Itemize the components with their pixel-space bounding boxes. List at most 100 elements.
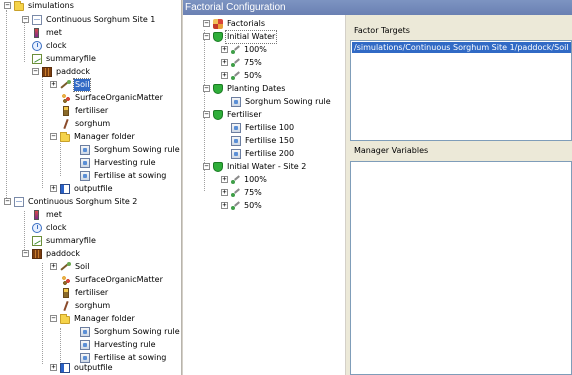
outputfile-icon (60, 184, 70, 194)
folder-icon (60, 313, 70, 324)
expand-toggle[interactable]: + (221, 202, 228, 209)
manager-rule-icon (231, 123, 241, 133)
tree-node-sorghum[interactable]: sorghum (61, 300, 111, 312)
manager-rule-icon (80, 158, 90, 168)
expand-toggle[interactable]: + (50, 185, 57, 192)
factor-level-50[interactable]: + 50% (221, 200, 263, 212)
tree-node-paddock[interactable]: − paddock (22, 248, 81, 260)
soil-icon (60, 80, 71, 90)
tree-node-label: met (46, 28, 62, 37)
factor-level-100[interactable]: + 100% (221, 174, 268, 186)
collapse-toggle[interactable]: − (22, 250, 29, 257)
tree-node-site-1[interactable]: − Continuous Sorghum Site 1 (22, 14, 156, 26)
tree-node-clock[interactable]: clock (32, 40, 68, 52)
panel-body: − Factorials − Initial Water + 100% + 75… (183, 15, 572, 375)
flask-icon (231, 58, 240, 68)
factor-level-75[interactable]: + 75% (221, 187, 263, 199)
tree-node-summaryfile[interactable]: summaryfile (32, 53, 97, 65)
tree-node-label: Manager folder (74, 314, 135, 323)
manager-rule-icon (231, 97, 241, 107)
factor-level-fertilise-200[interactable]: Fertilise 200 (231, 148, 295, 160)
manager-variables-grid[interactable] (350, 161, 572, 375)
expand-toggle[interactable]: + (221, 189, 228, 196)
tree-node-paddock[interactable]: − paddock (32, 66, 91, 78)
factor-level-fertilise-100[interactable]: Fertilise 100 (231, 122, 295, 134)
collapse-toggle[interactable]: − (203, 20, 210, 27)
tree-node-clock[interactable]: clock (32, 222, 68, 234)
expand-toggle[interactable]: + (221, 59, 228, 66)
factor-level-fertilise-150[interactable]: Fertilise 150 (231, 135, 295, 147)
tree-node-outputfile[interactable]: + outputfile (50, 362, 114, 374)
expand-toggle[interactable]: + (221, 46, 228, 53)
factor-level-100[interactable]: + 100% (221, 44, 268, 56)
factor-node-planting-dates[interactable]: − Planting Dates (203, 83, 286, 95)
tree-node-label: Continuous Sorghum Site 2 (28, 197, 138, 206)
tree-node-label: Fertilise 100 (245, 123, 295, 132)
expand-toggle[interactable]: + (50, 81, 57, 88)
collapse-toggle[interactable]: − (50, 133, 57, 140)
tree-node-sorghum[interactable]: sorghum (61, 118, 111, 130)
collapse-toggle[interactable]: − (4, 198, 11, 205)
outputfile-icon (60, 363, 70, 373)
expand-toggle[interactable]: + (221, 72, 228, 79)
manager-rule-icon (231, 149, 241, 159)
factor-tree[interactable]: − Factorials − Initial Water + 100% + 75… (183, 15, 346, 375)
tree-node-outputfile[interactable]: + outputfile (50, 183, 114, 195)
factor-node-fertiliser[interactable]: − Fertiliser (203, 109, 263, 121)
collapse-toggle[interactable]: − (50, 315, 57, 322)
tree-node-surfaceorganicmatter[interactable]: SurfaceOrganicMatter (61, 92, 164, 104)
expand-toggle[interactable]: + (50, 263, 57, 270)
factor-node-initial-water[interactable]: − Initial Water (203, 30, 278, 44)
factor-level-50[interactable]: + 50% (221, 70, 263, 82)
factor-node-initial-water-site-2[interactable]: − Initial Water - Site 2 (203, 161, 307, 173)
tree-node-sowing-rule[interactable]: Sorghum Sowing rule (80, 326, 181, 338)
tree-node-harvesting-rule[interactable]: Harvesting rule (80, 157, 157, 169)
factor-icon (213, 84, 223, 94)
tree-node-label: fertiliser (75, 106, 109, 115)
tree-node-label: Sorghum Sowing rule (94, 145, 180, 154)
tree-node-met[interactable]: met (32, 209, 63, 221)
factor-level-75[interactable]: + 75% (221, 57, 263, 69)
collapse-toggle[interactable]: − (203, 85, 210, 92)
clock-icon (32, 223, 42, 233)
collapse-toggle[interactable]: − (203, 33, 210, 40)
collapse-toggle[interactable]: − (4, 2, 11, 9)
expand-toggle[interactable]: + (221, 176, 228, 183)
tree-node-soil[interactable]: + Soil (50, 78, 92, 92)
tree-node-surfaceorganicmatter[interactable]: SurfaceOrganicMatter (61, 274, 164, 286)
factor-level-sowing-rule[interactable]: Sorghum Sowing rule (231, 96, 332, 108)
summary-icon (32, 54, 42, 64)
tree-node-label: Manager folder (74, 132, 135, 141)
tree-node-summaryfile[interactable]: summaryfile (32, 235, 97, 247)
factor-targets-label: Factor Targets (354, 26, 410, 35)
simulation-tree[interactable]: − simulations − Continuous Sorghum Site … (0, 0, 181, 375)
tree-node-sowing-rule[interactable]: Sorghum Sowing rule (80, 144, 181, 156)
factor-details: Factor Targets /simulations/Continuous S… (348, 15, 572, 375)
tree-node-label: clock (46, 41, 67, 50)
tree-node-label: met (46, 210, 62, 219)
expand-toggle[interactable]: + (50, 364, 57, 371)
tree-node-label: Soil (75, 262, 90, 271)
tree-node-label: summaryfile (46, 54, 96, 63)
collapse-toggle[interactable]: − (203, 111, 210, 118)
tree-node-simulations[interactable]: − simulations (4, 0, 75, 12)
collapse-toggle[interactable]: − (203, 163, 210, 170)
tree-node-met[interactable]: met (32, 27, 63, 39)
factor-targets-list[interactable]: /simulations/Continuous Sorghum Site 1/p… (350, 40, 572, 141)
factor-node-factorials[interactable]: − Factorials (203, 18, 266, 30)
collapse-toggle[interactable]: − (22, 16, 29, 23)
tree-node-site-2[interactable]: − Continuous Sorghum Site 2 (4, 196, 138, 208)
tree-node-harvesting-rule[interactable]: Harvesting rule (80, 339, 157, 351)
factor-target-item[interactable]: /simulations/Continuous Sorghum Site 1/p… (352, 42, 571, 53)
collapse-toggle[interactable]: − (32, 68, 39, 75)
tree-node-fertiliser[interactable]: fertiliser (61, 287, 109, 299)
tree-node-fertilise-at-sowing[interactable]: Fertilise at sowing (80, 170, 167, 182)
tree-node-fertiliser[interactable]: fertiliser (61, 105, 109, 117)
organic-matter-icon (61, 93, 71, 103)
manager-rule-icon (80, 171, 90, 181)
tree-node-manager-folder[interactable]: − Manager folder (50, 313, 136, 325)
tree-node-manager-folder[interactable]: − Manager folder (50, 131, 136, 143)
tree-node-soil[interactable]: + Soil (50, 261, 90, 273)
manager-rule-icon (231, 136, 241, 146)
tree-node-label: fertiliser (75, 288, 109, 297)
